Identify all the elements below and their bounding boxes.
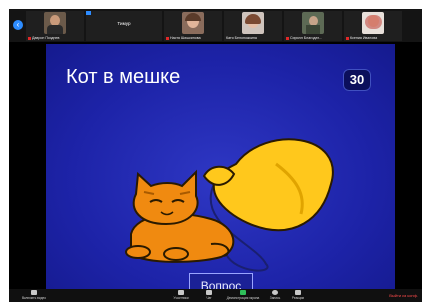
participant-name: Ксения Иванова (350, 36, 378, 40)
video-badge-icon (86, 11, 91, 15)
participants-button[interactable]: Участники (167, 290, 195, 300)
participants-icon (178, 290, 184, 295)
toolbar-label: Чат (206, 296, 212, 300)
screen-share-area: Кот в мешке 30 Вопрос (9, 42, 422, 289)
meeting-toolbar: Включить видео Участники Чат Демонстраци… (9, 289, 422, 302)
participant-name: Тимур (117, 21, 131, 26)
question-button[interactable]: Вопрос (189, 273, 253, 289)
mic-muted-icon (286, 36, 289, 40)
toolbar-label: Включить видео (21, 296, 47, 300)
participant-tile[interactable]: Сирилл Благодат... (284, 11, 342, 41)
toolbar-label: Реакции (291, 296, 305, 300)
mic-muted-icon (346, 36, 349, 40)
chevron-left-icon[interactable]: ‹ (13, 20, 23, 30)
share-screen-button[interactable]: Демонстрация экрана (223, 290, 263, 300)
toolbar-label: Запись (269, 296, 281, 300)
presentation-slide: Кот в мешке 30 Вопрос (46, 44, 395, 289)
participant-tile[interactable]: Настя Шишкинова (164, 11, 222, 41)
points-badge: 30 (343, 69, 371, 91)
participant-video (242, 12, 264, 34)
record-icon (272, 290, 278, 295)
chat-button[interactable]: Чат (199, 290, 219, 300)
share-screen-icon (240, 290, 246, 295)
toolbar-label: Участники (173, 296, 189, 300)
toolbar-label: Демонстрация экрана (226, 296, 260, 300)
participant-tile[interactable]: Ксения Иванова (344, 11, 402, 41)
record-button[interactable]: Запись (265, 290, 285, 300)
mic-muted-icon (166, 36, 169, 40)
participant-video (44, 12, 66, 34)
participant-video (302, 12, 324, 34)
participant-name: Даврон Позднев (32, 36, 60, 40)
participant-name: Катя Белоножкина (226, 36, 257, 40)
participant-video (182, 12, 204, 34)
participant-tile[interactable]: Тимур (86, 11, 162, 41)
participant-name: Сирилл Благодат... (290, 36, 322, 40)
start-video-button[interactable]: Включить видео (19, 290, 49, 300)
participant-tile[interactable]: Даврон Позднев (26, 11, 84, 41)
participant-video (362, 12, 384, 34)
zoom-window: ‹ Даврон Позднев Тимур Настя Шишкинова К… (9, 9, 422, 302)
video-icon (31, 290, 37, 295)
participant-tile[interactable]: Катя Белоножкина (224, 11, 282, 41)
cat-in-bag-illustration (125, 138, 334, 272)
slide-title: Кот в мешке (66, 66, 181, 88)
participants-strip: ‹ Даврон Позднев Тимур Настя Шишкинова К… (9, 9, 422, 42)
mic-muted-icon (28, 36, 31, 40)
participant-name: Настя Шишкинова (170, 36, 201, 40)
reactions-button[interactable]: Реакции (287, 290, 309, 300)
reactions-icon (295, 290, 301, 295)
chat-icon (206, 290, 212, 295)
end-meeting-button[interactable]: Выйти из конф. (389, 293, 418, 298)
